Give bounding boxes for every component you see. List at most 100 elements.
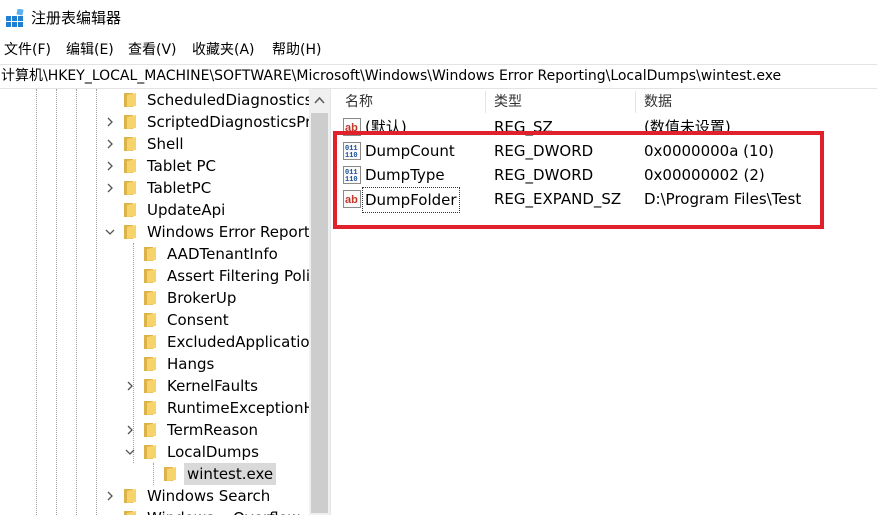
folder-icon: [124, 93, 136, 107]
folder-icon: [124, 181, 136, 195]
svg-text:110: 110: [345, 152, 358, 160]
chevron-right-icon[interactable]: [103, 111, 117, 133]
tree-item-label: Windows Search: [147, 487, 271, 505]
tree-item-label: Windows... Overflow: [147, 507, 300, 515]
folder-icon: [124, 203, 136, 217]
binary-value-icon: 011110: [343, 142, 361, 160]
title-bar: 注册表编辑器: [0, 0, 877, 36]
folder-icon: [124, 159, 136, 173]
folder-icon: [144, 313, 156, 327]
column-header-type[interactable]: 类型: [494, 89, 522, 113]
menu-help[interactable]: 帮助(H): [272, 40, 321, 60]
tree-item-label: AADTenantInfo: [167, 245, 278, 263]
tree-item-label: RuntimeExceptionH: [167, 399, 309, 417]
column-header-name[interactable]: 名称: [345, 89, 373, 113]
folder-icon: [124, 137, 136, 151]
chevron-right-icon[interactable]: [123, 419, 137, 441]
svg-text:ab: ab: [345, 122, 358, 134]
binary-value-icon: 011110: [343, 166, 361, 184]
folder-icon: [144, 335, 156, 349]
value-data: 0x00000002 (2): [644, 166, 765, 184]
folder-icon: [144, 291, 156, 305]
tree-item-label: UpdateApi: [147, 201, 226, 219]
folder-icon: [144, 247, 156, 261]
value-data: 0x0000000a (10): [644, 142, 774, 160]
chevron-right-icon[interactable]: [103, 485, 117, 507]
column-header-data[interactable]: 数据: [644, 89, 672, 113]
column-divider[interactable]: [635, 91, 636, 113]
folder-icon: [124, 225, 136, 239]
values-list[interactable]: 名称 类型 数据 ab (默认) REG_SZ (数值未设置) 011 110 DumpCo…: [337, 89, 877, 515]
folder-icon: [144, 401, 156, 415]
chevron-right-icon[interactable]: [103, 133, 117, 155]
value-type: REG_DWORD: [494, 166, 594, 184]
tree-item-label: Assert Filtering Poli: [167, 267, 309, 285]
folder-icon: [144, 379, 156, 393]
tree-item-label: ScriptedDiagnosticsPr: [147, 113, 309, 131]
tree-item-label: wintest.exe: [184, 463, 277, 485]
folder-icon: [124, 115, 136, 129]
value-name: DumpType: [365, 166, 445, 184]
chevron-right-icon[interactable]: [103, 177, 117, 199]
value-data: D:\Program Files\Test: [644, 190, 802, 208]
tree-guide-line: [96, 89, 97, 515]
value-type: REG_SZ: [494, 118, 553, 136]
registry-editor-icon: [6, 9, 24, 27]
tree-guide-line: [56, 89, 57, 515]
address-path: 计算机\HKEY_LOCAL_MACHINE\SOFTWARE\Microsof…: [1, 68, 782, 84]
folder-icon: [124, 511, 136, 515]
value-row[interactable]: ab (默认) REG_SZ (数值未设置): [337, 115, 877, 139]
value-name: (默认): [365, 118, 407, 136]
string-value-icon: ab: [343, 118, 361, 136]
tree-item-label: LocalDumps: [167, 443, 259, 461]
scroll-up-icon[interactable]: [309, 89, 330, 111]
tree-scrollbar[interactable]: [309, 89, 330, 515]
value-row[interactable]: 011 110 DumpType REG_DWORD 0x00000002 (2): [337, 163, 877, 187]
value-row[interactable]: ab DumpFolder REG_EXPAND_SZ D:\Program File…: [337, 187, 877, 213]
tree-item-label: Hangs: [167, 355, 215, 373]
value-name: DumpFolder: [362, 187, 460, 213]
tree-item-label: BrokerUp: [167, 289, 237, 307]
tree-item-label: TabletPC: [147, 179, 212, 197]
folder-icon: [144, 269, 156, 283]
tree-item-label: Shell: [147, 135, 184, 153]
tree-item-label: KernelFaults: [167, 377, 258, 395]
address-bar[interactable]: 计算机\HKEY_LOCAL_MACHINE\SOFTWARE\Microsof…: [0, 64, 877, 89]
svg-text:ab: ab: [345, 194, 358, 206]
tree-item-label: Windows Error Report: [147, 223, 309, 241]
folder-icon: [144, 423, 156, 437]
svg-text:110: 110: [345, 176, 358, 184]
folder-icon: [124, 489, 136, 503]
value-row[interactable]: 011 110 DumpCount REG_DWORD 0x0000000a (10): [337, 139, 877, 163]
folder-icon: [144, 445, 156, 459]
menu-bar: 文件(F) 编辑(E) 查看(V) 收藏夹(A) 帮助(H): [0, 38, 877, 62]
key-tree[interactable]: ScheduledDiagnostics ScriptedDiagnosticsP…: [0, 89, 309, 515]
tree-item-label: TermReason: [167, 421, 259, 439]
tree-item-label: Consent: [167, 311, 229, 329]
menu-favorites[interactable]: 收藏夹(A): [192, 40, 255, 60]
menu-edit[interactable]: 编辑(E): [66, 40, 114, 60]
folder-icon: [144, 357, 156, 371]
tree-guide-line: [36, 89, 37, 515]
scrollbar-thumb[interactable]: [311, 113, 328, 513]
chevron-down-icon[interactable]: [123, 441, 137, 463]
menu-view[interactable]: 查看(V): [128, 40, 177, 60]
tree-guide-line: [153, 463, 154, 485]
value-data: (数值未设置): [644, 118, 731, 136]
chevron-right-icon[interactable]: [103, 155, 117, 177]
folder-icon: [164, 467, 176, 481]
tree-item-label: Tablet PC: [147, 157, 216, 175]
chevron-right-icon[interactable]: [123, 375, 137, 397]
pane-splitter[interactable]: [330, 89, 337, 515]
value-name: DumpCount: [365, 142, 455, 160]
chevron-down-icon[interactable]: [103, 221, 117, 243]
value-type: REG_EXPAND_SZ: [494, 190, 622, 208]
value-type: REG_DWORD: [494, 142, 594, 160]
window-title: 注册表编辑器: [31, 9, 122, 27]
menu-file[interactable]: 文件(F): [4, 40, 51, 60]
column-divider[interactable]: [485, 91, 486, 113]
string-value-icon: ab: [343, 190, 361, 208]
tree-item-label: ExcludedApplicatio: [167, 333, 309, 351]
tree-guide-line: [76, 89, 77, 515]
tree-item-label: ScheduledDiagnostics: [147, 91, 309, 109]
